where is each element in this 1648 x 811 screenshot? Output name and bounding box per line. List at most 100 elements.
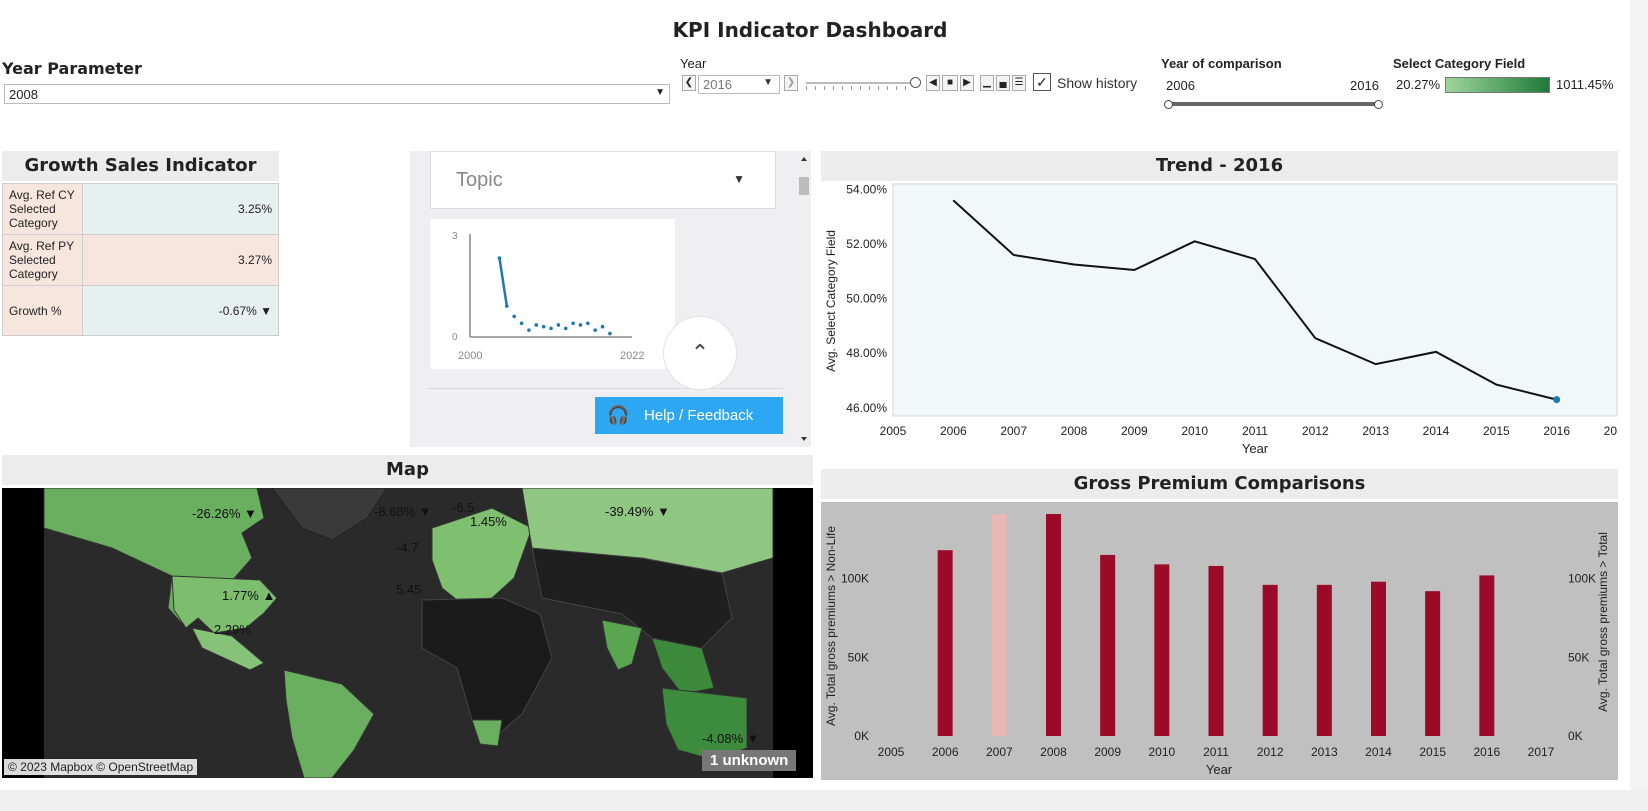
gp-ytick-label-left: 50K — [848, 650, 869, 664]
chevron-left-icon: ❮ — [684, 77, 694, 88]
gp-bar — [1371, 581, 1386, 736]
chevron-right-icon: ❯ — [786, 77, 796, 88]
row-value[interactable]: -0.67% ▼ — [82, 285, 279, 336]
gp-xtick-label: 2014 — [1365, 745, 1392, 759]
gp-ytick-label-right: 100K — [1568, 572, 1596, 586]
trend-point — [1013, 254, 1015, 256]
prev-year-button[interactable]: ❮ — [682, 75, 696, 91]
trend-point — [952, 199, 954, 201]
gp-bar — [1046, 514, 1061, 736]
spark-point — [541, 324, 546, 329]
map-title: Map — [2, 455, 813, 485]
row-value[interactable]: 3.25% — [82, 183, 279, 235]
speed-fast-button[interactable]: ☰ — [1012, 75, 1026, 91]
trend-xtick-label: 2016 — [1543, 424, 1570, 438]
trend-point — [1314, 337, 1316, 339]
year-parameter-select[interactable]: 2008 ▼ — [4, 84, 670, 104]
trend-xtick-label: 2007 — [1000, 424, 1027, 438]
trend-ytick-label: 46.00% — [846, 401, 887, 415]
spark-point — [571, 321, 575, 326]
gp-ytick-label-right: 50K — [1568, 650, 1589, 664]
play-forward-button[interactable]: ▶ — [960, 75, 974, 91]
speed-slow-button[interactable]: ▁ — [980, 75, 994, 91]
map-label: -8.68% ▼ — [374, 504, 432, 519]
year-slider-track[interactable] — [806, 82, 916, 84]
spark-point — [549, 326, 553, 331]
gp-xlabel: Year — [1206, 762, 1233, 777]
gp-ylabel-left: Avg. Total gross premiums > Non-Life — [824, 526, 838, 726]
speed-fast-icon: ☰ — [1014, 77, 1024, 88]
legend-min-value: 20.27% — [1396, 77, 1441, 92]
topic-scrollbar[interactable] — [797, 151, 811, 447]
row-value[interactable]: 3.27% — [82, 234, 279, 286]
play-back-button[interactable]: ◀ — [926, 75, 940, 91]
range-min-handle[interactable] — [1164, 100, 1173, 109]
spark-point — [556, 323, 561, 327]
trend-point — [1375, 363, 1377, 365]
help-feedback-button[interactable]: 🎧 Help / Feedback — [595, 397, 783, 434]
checkmark-icon: ✓ — [1036, 74, 1048, 90]
chevron-down-icon: ▼ — [763, 77, 773, 88]
help-feedback-label: Help / Feedback — [644, 407, 754, 424]
show-history-checkbox[interactable]: ✓ — [1033, 73, 1051, 91]
trend-point — [1495, 384, 1497, 386]
spark-point — [527, 328, 531, 332]
trend-xtick-label: 2005 — [880, 424, 907, 438]
trend-xtick-label: 2006 — [940, 424, 967, 438]
gp-xtick-label: 2008 — [1040, 745, 1067, 759]
dashboard-title: KPI Indicator Dashboard — [672, 18, 948, 42]
next-year-button[interactable]: ❯ — [784, 75, 798, 91]
map-label: 2.29% — [214, 622, 251, 637]
sparkline-chart: 3 0 2000 2022 — [452, 231, 644, 362]
trend-xtick-label: 2012 — [1302, 424, 1329, 438]
growth-sales-title: Growth Sales Indicator — [2, 151, 279, 181]
speed-medium-button[interactable]: ▄ — [996, 75, 1010, 91]
row-label: Growth % — [2, 285, 83, 336]
gross-premium-chart[interactable]: Avg. Total gross premiums > Non-Life Avg… — [821, 502, 1618, 780]
chevron-down-icon: ▼ — [655, 87, 665, 98]
spark-xmin: 2000 — [458, 350, 482, 362]
topic-select[interactable]: Topic ▼ — [430, 151, 776, 209]
year-slider-handle[interactable] — [910, 77, 921, 88]
range-max-handle[interactable] — [1374, 100, 1383, 109]
trend-chart[interactable]: Avg. Select Category Field Year 54.00% 52… — [821, 183, 1618, 461]
trend-xtick-label: 2009 — [1121, 424, 1148, 438]
map-label: -4.08% ▼ — [702, 731, 760, 746]
gp-bar — [1262, 584, 1278, 736]
map-label: -39.49% ▼ — [605, 504, 670, 519]
trend-point — [1073, 264, 1075, 266]
scroll-top-button[interactable]: ⌃ — [663, 316, 737, 390]
trend-plot-area — [892, 183, 1618, 417]
table-row: Growth % -0.67% ▼ — [2, 285, 279, 336]
speed-medium-icon: ▄ — [999, 77, 1007, 88]
stop-button[interactable]: ■ — [942, 75, 958, 91]
gp-ytick-label-right: 0K — [1568, 729, 1583, 743]
gp-xtick-label: 2015 — [1419, 745, 1446, 759]
spark-line — [498, 257, 509, 307]
play-icon: ▶ — [963, 77, 971, 88]
map-label: -4.7 — [396, 540, 419, 555]
play-back-icon: ◀ — [929, 77, 937, 88]
gp-xtick-label: 2012 — [1257, 745, 1284, 759]
gp-xtick-label: 2006 — [932, 745, 959, 759]
year-parameter-value: 2008 — [9, 87, 38, 102]
world-map[interactable]: -26.26% ▼ -8.68% ▼ -6.5 1.45% -39.49% ▼ … — [2, 488, 813, 778]
gp-xtick-label: 2005 — [878, 745, 905, 759]
color-legend-gradient — [1445, 77, 1550, 93]
spark-xmax: 2022 — [620, 350, 644, 362]
gp-xtick-label: 2007 — [986, 745, 1013, 759]
map-attribution[interactable]: © 2023 Mapbox © OpenStreetMap — [4, 759, 198, 775]
growth-sales-table: Avg. Ref CY Selected Category 3.25% Avg.… — [2, 183, 279, 336]
spark-point — [578, 323, 583, 327]
divider — [428, 388, 783, 389]
year-select[interactable]: 2016 ▼ — [698, 75, 780, 94]
chevron-up-icon: ⌃ — [690, 340, 710, 365]
unknown-indicator[interactable]: 1 unknown — [702, 750, 797, 771]
trend-point — [1435, 351, 1437, 353]
year-of-comparison-label: Year of comparison — [1161, 56, 1282, 71]
map-label: -6.5 — [452, 500, 475, 515]
spark-point — [497, 256, 502, 260]
year-of-comparison-range-track[interactable] — [1168, 102, 1380, 106]
trend-title: Trend - 2016 — [821, 151, 1618, 181]
sparkline-card: 3 0 2000 2022 — [430, 219, 675, 369]
